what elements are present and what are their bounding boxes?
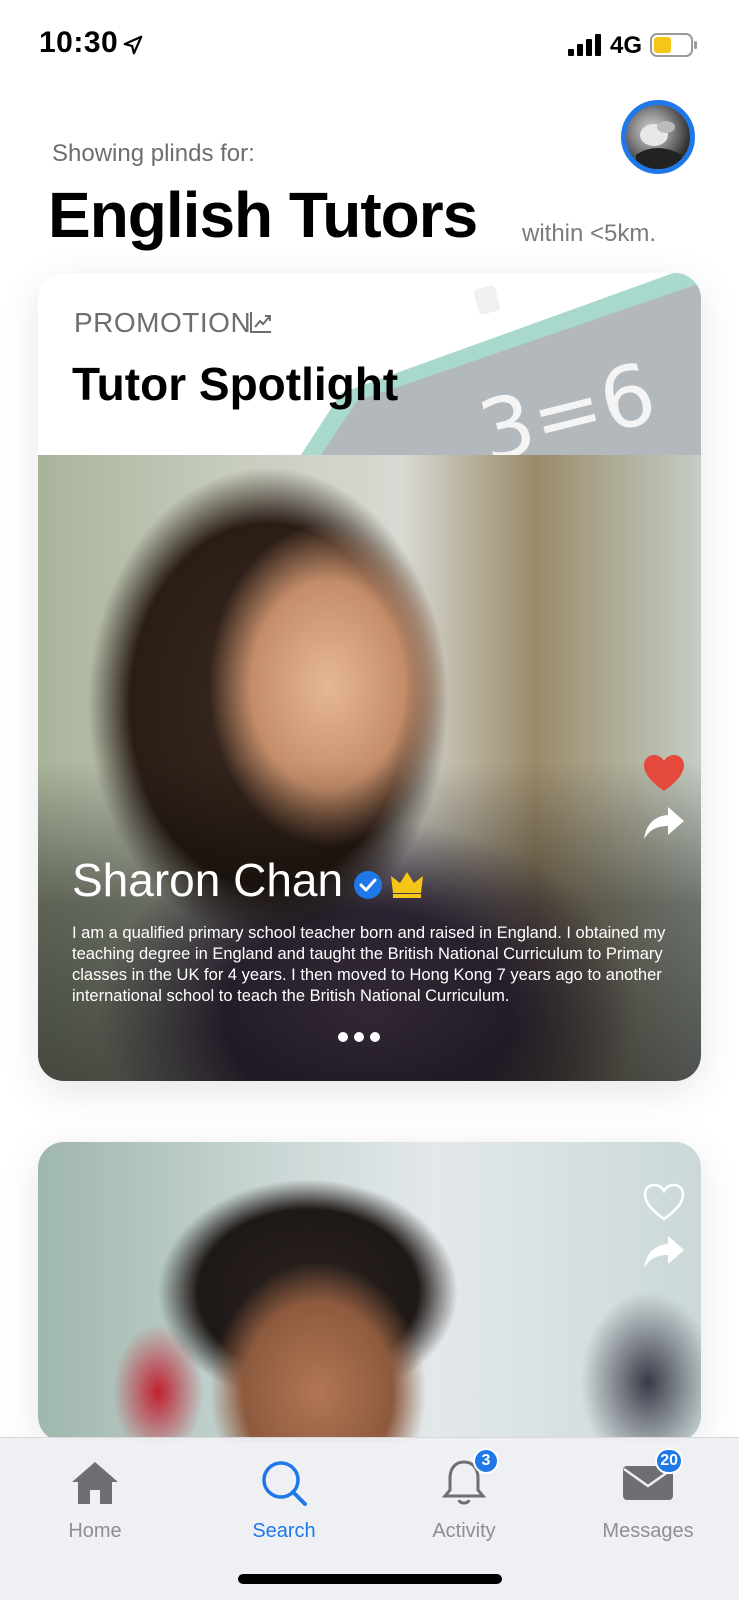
page-title: English Tutors [48, 179, 478, 251]
distance-filter[interactable]: within <5km. [522, 220, 656, 248]
promo-card[interactable]: 3=6 PROMOTION Tutor Spotlight Sharon Cha… [38, 273, 701, 1081]
promo-header: 3=6 PROMOTION Tutor Spotlight [38, 273, 701, 455]
page-dot [338, 1032, 348, 1042]
tab-label: Activity [432, 1520, 496, 1542]
activity-badge: 3 [473, 1448, 499, 1474]
tab-label: Home [68, 1520, 122, 1542]
page-dot [354, 1032, 364, 1042]
tab-activity[interactable]: 3 Activity [394, 1448, 534, 1558]
status-time: 10:30 [39, 26, 119, 59]
tab-search[interactable]: Search [214, 1458, 354, 1558]
home-icon [72, 1462, 118, 1504]
share-icon[interactable] [642, 1234, 686, 1270]
messages-badge: 20 [655, 1448, 683, 1474]
tutor-bio: I am a qualified primary school teacher … [72, 924, 666, 1005]
tab-home[interactable]: Home [25, 1458, 165, 1558]
promo-label: PROMOTION [74, 307, 252, 338]
tutor-photo[interactable] [38, 1142, 701, 1442]
profile-avatar[interactable] [621, 100, 695, 174]
tab-label: Search [252, 1520, 316, 1542]
search-icon [262, 1461, 307, 1506]
network-type: 4G [610, 32, 643, 59]
trend-chart-icon [250, 312, 271, 333]
verified-badge-icon [354, 871, 382, 899]
user-avatar-icon [636, 121, 682, 169]
signal-icon [568, 34, 601, 56]
home-indicator[interactable] [238, 1574, 502, 1584]
page-dot [370, 1032, 380, 1042]
tab-messages[interactable]: 20 Messages [578, 1448, 718, 1558]
crown-icon [391, 872, 423, 898]
battery-icon [650, 33, 697, 57]
showing-label: Showing plinds for: [52, 140, 255, 167]
promo-title: Tutor Spotlight [72, 358, 399, 410]
heart-outline-icon[interactable] [642, 1182, 686, 1222]
heart-filled-icon[interactable] [642, 753, 686, 793]
page-indicator[interactable] [338, 1029, 388, 1042]
tab-label: Messages [602, 1520, 694, 1542]
tutor-name[interactable]: Sharon Chan [72, 853, 343, 907]
location-arrow-icon [123, 35, 143, 55]
status-bar: 10:30 4G [0, 0, 739, 90]
tutor-card[interactable] [38, 1142, 701, 1442]
share-icon[interactable] [642, 805, 686, 841]
